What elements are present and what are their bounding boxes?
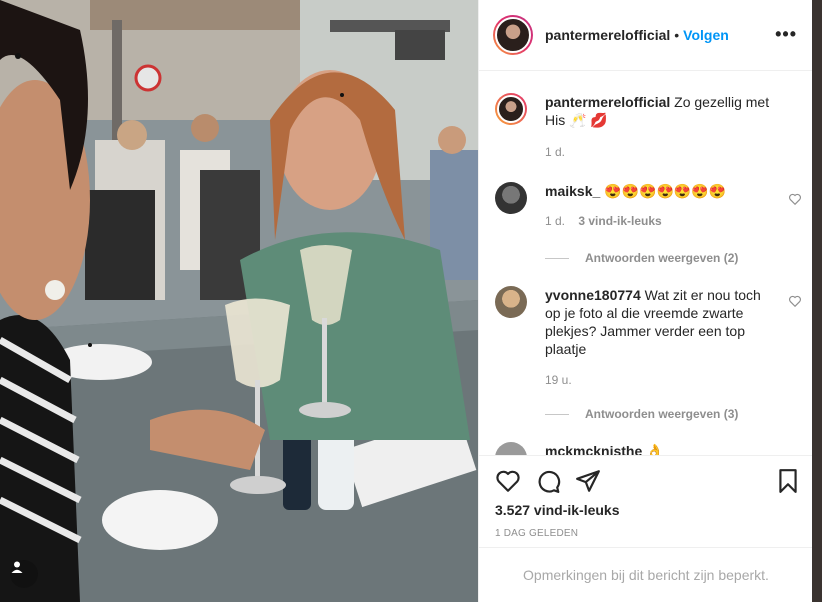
comment-icon[interactable] [535,468,561,494]
caption-username[interactable]: pantermerelofficial [545,94,670,110]
user-tag-icon[interactable] [10,560,38,588]
heart-icon[interactable] [495,468,521,494]
likes-count[interactable]: 3.527 vind-ik-leuks [495,502,620,518]
photo-illustration [0,0,478,602]
comment-avatar[interactable] [495,442,527,455]
view-replies-button[interactable]: Antwoorden weergeven (2) [545,251,738,265]
share-icon[interactable] [575,468,601,494]
post-timestamp[interactable]: 1 DAG GELEDEN [495,528,578,539]
view-replies-label: Antwoorden weergeven (3) [585,407,739,421]
post-sidebar: pantermerelofficial • Volgen ••• panterm… [478,0,813,602]
follow-button[interactable]: Volgen [683,27,729,43]
comment-text: 😍😍😍😍😍😍😍 [604,183,727,199]
comment-avatar[interactable] [495,286,527,318]
comment-text: 👌 [646,443,664,455]
comments-list[interactable]: pantermerelofficial Zo gezellig met His … [479,72,813,455]
header-username[interactable]: pantermerelofficial [545,27,670,43]
post-header: pantermerelofficial • Volgen ••• [479,0,813,71]
comment-username[interactable]: yvonne180774 [545,287,641,303]
post-actions: 3.527 vind-ik-leuks 1 DAG GELEDEN [479,455,813,547]
comment-meta: 1 d. 3 vind-ik-leuks [545,214,662,228]
instagram-post-modal: pantermerelofficial • Volgen ••• panterm… [0,0,822,602]
caption-avatar[interactable] [495,93,527,125]
comment-likes[interactable]: 3 vind-ik-leuks [578,214,661,228]
view-replies-button[interactable]: Antwoorden weergeven (3) [545,407,738,421]
comment-time[interactable]: 19 u. [545,373,572,387]
comment-time[interactable]: 1 d. [545,214,565,228]
comment-username[interactable]: mckmcknisthe [545,443,642,455]
heart-icon[interactable] [788,294,802,308]
more-options-icon[interactable]: ••• [775,24,797,45]
header-separator: • [674,27,680,43]
background-edge [812,0,822,602]
comment-username[interactable]: maiksk_ [545,183,600,199]
replies-divider [545,413,569,415]
bookmark-icon[interactable] [775,468,801,494]
replies-divider [545,257,569,259]
view-replies-label: Antwoorden weergeven (2) [585,251,739,265]
comment-avatar[interactable] [495,182,527,214]
avatar[interactable] [493,15,533,55]
caption-time[interactable]: 1 d. [545,145,565,159]
post-photo[interactable] [0,0,478,602]
heart-icon[interactable] [788,192,802,206]
comments-restricted-notice: Opmerkingen bij dit bericht zijn beperkt… [479,547,813,602]
